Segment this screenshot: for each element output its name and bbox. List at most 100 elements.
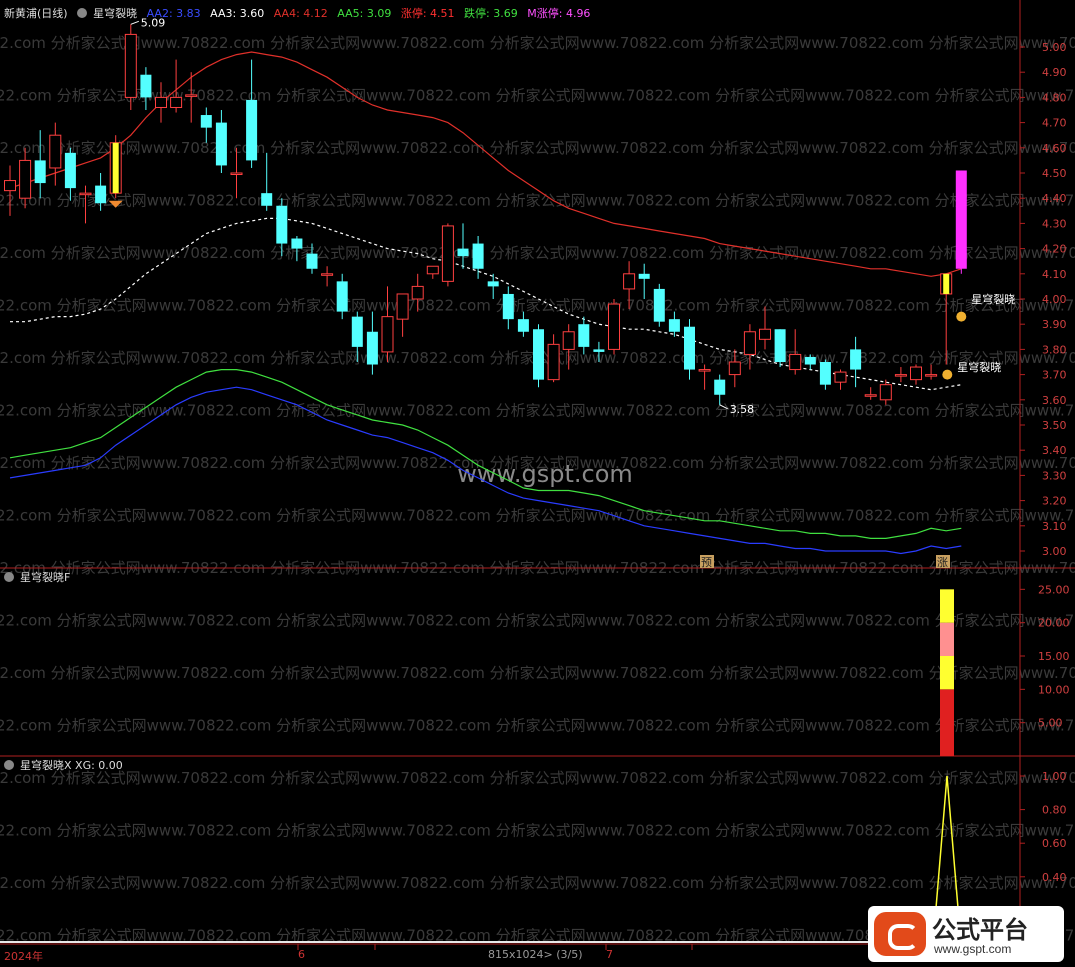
watermark-text: 22.com 分析家公式网www.70822.com 分析家公式网www.708… <box>0 297 1075 315</box>
candle-body <box>411 285 424 300</box>
y-tick-label: 3.10 <box>1042 520 1067 533</box>
low-label: 3.58 <box>730 403 755 416</box>
candle-body <box>879 384 892 401</box>
mzhangting-value: M涨停: 4.96 <box>527 7 591 20</box>
candle-body <box>336 281 348 312</box>
mark-label: 预 <box>701 556 712 569</box>
status-text: 815x1024> (3/5) <box>488 948 583 961</box>
candle-body <box>684 326 695 370</box>
watermark-text: 22.com 分析家公式网www.70822.com 分析家公式网www.708… <box>0 717 1075 735</box>
panel-f[interactable] <box>940 589 954 756</box>
candle-body <box>502 293 514 320</box>
candle-body <box>894 374 907 377</box>
y-tick-label: 3.50 <box>1042 419 1067 432</box>
y-tick-label: 4.20 <box>1042 243 1067 256</box>
y-tick-label: 3.90 <box>1042 318 1067 331</box>
y-tick-label: 20.00 <box>1038 617 1070 630</box>
watermark-text: 22.com 分析家公式网www.70822.com 分析家公式网www.708… <box>0 612 1075 630</box>
settings-icon[interactable] <box>77 8 88 18</box>
y-tick-label: 4.70 <box>1042 117 1067 130</box>
candle-body <box>955 170 967 269</box>
candle-body <box>623 273 636 290</box>
y-tick-label: 0.80 <box>1042 804 1067 817</box>
candle-body <box>864 394 877 397</box>
aa5-value: AA5: 3.09 <box>337 7 392 20</box>
indicator-name[interactable]: 星穹裂晓 <box>93 7 137 20</box>
candle-body <box>910 366 922 381</box>
axis-month-7: 7 <box>606 948 613 961</box>
candlestick-series[interactable] <box>4 24 967 405</box>
candle-body <box>850 349 862 370</box>
candle-body <box>714 379 726 395</box>
gspt-logo-icon <box>874 912 926 956</box>
candle-body <box>728 361 741 376</box>
f-bar-segment <box>940 656 954 690</box>
candle-body <box>426 265 439 275</box>
y-tick-label: 4.60 <box>1042 142 1067 155</box>
candle-body <box>291 238 303 249</box>
y-tick-label: 4.00 <box>1042 293 1067 306</box>
y-tick-label: 15.00 <box>1038 650 1070 663</box>
candle-body <box>457 248 469 257</box>
watermark-text: 22.com 分析家公式网www.70822.com 分析家公式网www.708… <box>0 192 1075 210</box>
candle-body <box>396 293 409 320</box>
signal-label: 星穹裂晓 <box>971 292 1015 306</box>
candle-body <box>321 273 334 276</box>
candle-body <box>64 152 76 189</box>
watermark-text: 22.com 分析家公式网www.70822.com 分析家公式网www.708… <box>0 874 1075 892</box>
y-tick-label: 4.30 <box>1042 217 1067 230</box>
watermark-text: 22.com 分析家公式网www.70822.com 分析家公式网www.708… <box>0 34 1075 52</box>
watermark-text: 22.com 分析家公式网www.70822.com 分析家公式网www.708… <box>0 664 1075 682</box>
panel3-header: 星穹裂晓X XG: 0.00 <box>4 758 129 774</box>
panel2-settings-icon[interactable] <box>4 572 14 582</box>
candle-body <box>170 96 183 108</box>
y-tick-label: 4.80 <box>1042 91 1067 104</box>
watermark-text: 22.com 分析家公式网www.70822.com 分析家公式网www.708… <box>0 822 1075 840</box>
zhangting-value: 涨停: 4.51 <box>400 7 455 20</box>
candle-body <box>381 316 394 353</box>
y-tick-label: 3.00 <box>1042 545 1067 558</box>
main-header: 新黄浦(日线) 星穹裂晓 AA2: 3.83 AA3: 3.60 AA4: 4.… <box>4 6 596 22</box>
candle-body <box>608 303 620 350</box>
candle-body <box>261 193 273 206</box>
watermark-center: www.gspt.com <box>457 460 633 488</box>
f-bar-segment <box>940 622 954 656</box>
candle-body <box>533 329 544 380</box>
candle-body <box>34 160 46 184</box>
candle-body <box>517 319 529 332</box>
candle-body <box>155 96 167 108</box>
watermark-layer: 22.com 分析家公式网www.70822.com 分析家公式网www.708… <box>0 34 1075 945</box>
candle-body <box>185 94 198 97</box>
y-tick-label: 4.90 <box>1042 66 1067 79</box>
panel3-title[interactable]: 星穹裂晓X XG: 0.00 <box>20 759 123 772</box>
axis-month-6: 6 <box>298 948 305 961</box>
candle-body <box>276 205 288 244</box>
logo-url: www.gspt.com <box>934 942 1012 956</box>
watermark-text: 22.com 分析家公式网www.70822.com 分析家公式网www.708… <box>0 244 1075 262</box>
candle-body <box>124 33 137 98</box>
candle-body <box>215 122 227 166</box>
candle-body <box>472 243 484 269</box>
candle-body <box>698 369 711 372</box>
candle-body <box>95 185 107 204</box>
y-tick-label: 4.10 <box>1042 268 1067 281</box>
axis-year-label: 2024年 <box>4 950 43 963</box>
panel3-settings-icon[interactable] <box>4 760 14 770</box>
stock-name[interactable]: 新黄浦(日线) <box>4 7 68 20</box>
panel2-title[interactable]: 星穹裂晓F <box>20 571 70 584</box>
chart-canvas[interactable]: 22.com 分析家公式网www.70822.com 分析家公式网www.708… <box>0 0 1075 967</box>
logo-title: 公式平台 <box>932 917 1028 944</box>
candle-body <box>351 316 363 347</box>
candle-body <box>366 331 378 365</box>
candle-body <box>200 115 212 128</box>
candle-body <box>246 99 258 161</box>
gspt-logo[interactable]: 公式平台 www.gspt.com <box>868 906 1064 962</box>
candle-body <box>79 192 92 196</box>
candle-body <box>230 172 243 175</box>
y-tick-label: 4.50 <box>1042 167 1067 180</box>
y-tick-label: 3.30 <box>1042 469 1067 482</box>
y-tick-label: 1.00 <box>1042 770 1067 783</box>
candle-body <box>487 281 499 287</box>
candle-body <box>804 356 816 365</box>
f-bar-segment <box>940 689 954 756</box>
